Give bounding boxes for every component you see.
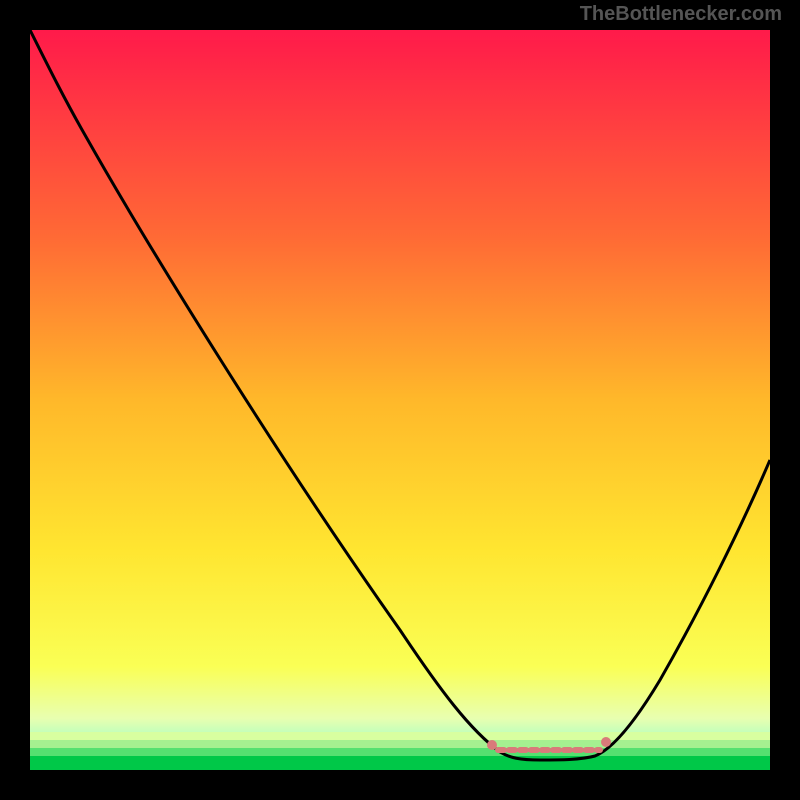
chart-container: TheBottlenecker.com [0, 0, 800, 800]
gradient-background [30, 30, 770, 770]
bottleneck-chart-svg [30, 30, 770, 770]
chart-plot-area [30, 30, 770, 770]
bottom-green-band [30, 732, 770, 770]
watermark-text: TheBottlenecker.com [580, 3, 782, 26]
